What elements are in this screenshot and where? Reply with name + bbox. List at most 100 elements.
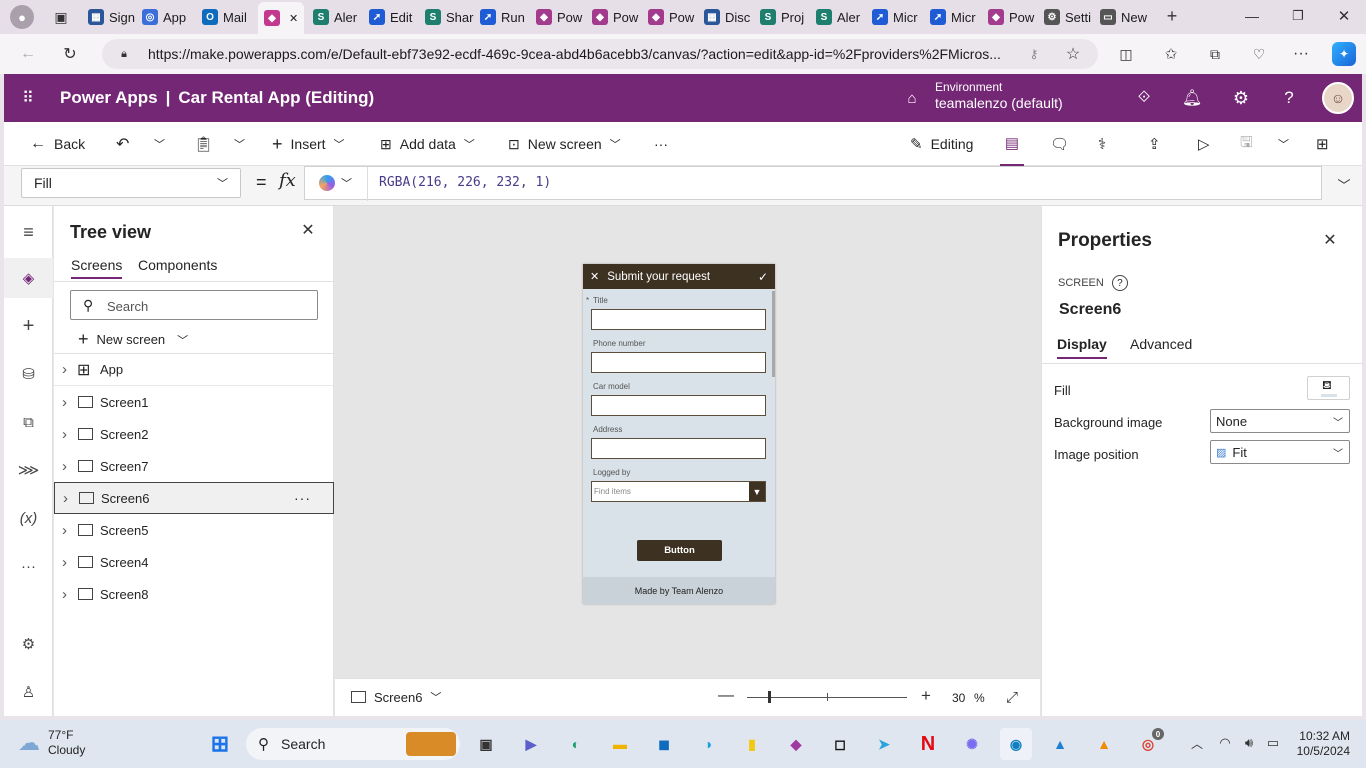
background-image-dropdown[interactable]: None ﹀ [1210,409,1350,433]
weather-widget[interactable]: ☁ 77°F Cloudy [18,728,85,758]
app-checker-button[interactable]: ⚕ [1098,122,1106,166]
browser-tab[interactable]: ◆ Pow [988,5,1040,29]
tree-item-screen[interactable]: › Screen5 [54,514,334,546]
share-button[interactable]: ⇪ [1148,122,1161,166]
close-icon[interactable]: ✕ [1320,230,1340,250]
design-canvas[interactable]: ✕ Submit your request ✓ * Title Phone nu… [335,206,1040,678]
more-options-icon[interactable]: ··· [294,490,311,506]
copilot-icon[interactable]: ✦ [1332,42,1356,66]
power-automate-icon[interactable]: ⋙ [4,450,53,490]
save-button[interactable]: 🖫︎ [1240,122,1253,166]
info-icon[interactable]: ? [1111,275,1128,291]
tab-actions-icon[interactable]: ▣ [52,8,70,26]
paste-button[interactable]: 📋︎ [194,122,213,166]
environment-name[interactable]: teamalenzo (default) [935,95,1063,111]
new-screen-tree-button[interactable]: + New screen ﹀ [78,329,188,350]
browser-tab[interactable]: ▦ Disc [704,5,756,29]
netflix-icon[interactable]: N [912,728,944,760]
key-icon[interactable]: ⚷ [1026,46,1042,62]
store-icon[interactable]: ◼ [648,728,680,760]
tab-display[interactable]: Display [1057,336,1107,359]
tree-view-toggle[interactable]: ▤ [1000,122,1024,166]
preview-button[interactable]: ▷ [1198,122,1210,166]
favorites-icon[interactable]: ✩ [1161,44,1181,64]
settings-icon[interactable]: ⚙ [1231,88,1251,108]
more-commands-button[interactable]: ··· [654,122,668,166]
tab-components[interactable]: Components [138,257,217,273]
show-hidden-icons[interactable]: ︿ [1188,734,1206,752]
app-screen-preview[interactable]: ✕ Submit your request ✓ * Title Phone nu… [583,264,775,604]
browser-tab[interactable]: ⚙ Setti [1044,5,1096,29]
control-name[interactable]: Screen6 [1059,301,1121,319]
tab-screens[interactable]: Screens [71,257,123,279]
settings-rail-icon[interactable]: ⚙ [4,624,53,664]
browser-tab[interactable]: ◆ Pow [536,5,588,29]
notifications-icon[interactable]: 🔔︎ [1182,88,1202,108]
address-input[interactable] [591,438,766,459]
browser-tab[interactable]: ◎ App [142,5,194,29]
undo-button[interactable]: ↶ [116,122,129,166]
undo-dropdown[interactable]: ﹀ [154,122,165,166]
tree-item-screen[interactable]: › Screen7 [54,450,334,482]
tree-item-screen[interactable]: › Screen8 [54,578,334,610]
split-screen-icon[interactable]: ◫ [1116,44,1136,64]
browser-tab[interactable]: O Mail [202,5,254,29]
variables-icon[interactable]: (x) [4,498,53,538]
virtual-agent-icon[interactable]: ♙ [4,672,53,712]
browser-tab[interactable]: S Proj [760,5,812,29]
close-tab-icon[interactable]: ✕ [289,12,298,25]
tree-item-screen[interactable]: › Screen6 ··· [54,482,334,514]
app-launcher-icon[interactable]: ⠿ [18,88,38,108]
logged-by-combobox[interactable]: Find items ▼ [591,481,766,502]
menu-icon[interactable]: ··· [1291,44,1311,64]
image-position-dropdown[interactable]: ▨ Fit ﹀ [1210,440,1350,464]
taskbar-search[interactable]: ⚲ Search [246,728,460,760]
restore-icon[interactable]: ❐ [1288,6,1308,26]
tree-item-app[interactable]: › ⊞ App [54,354,334,386]
expand-formula-icon[interactable]: ﹀ [1334,174,1354,194]
clipchamp-icon[interactable]: ◆ [780,728,812,760]
comments-button[interactable]: 🗨︎ [1050,122,1069,166]
chevron-right-icon[interactable]: › [62,522,67,539]
back-nav-icon[interactable]: ← [18,44,38,64]
extensions-icon[interactable]: ♡ [1249,44,1269,64]
copilot-formula-button[interactable]: ﹀ [319,175,352,191]
lock-icon[interactable]: 🔒︎ [116,46,132,62]
close-icon[interactable]: ✕ [590,270,599,283]
submit-button[interactable]: Button [637,540,722,561]
browser-tab[interactable]: ▦ Sign [88,5,140,29]
edge-dev-icon[interactable]: ◐ [560,728,592,760]
browser-tab[interactable]: ◆ ✕ [258,2,304,34]
back-button[interactable]: ← Back [30,122,85,166]
browser-tab[interactable]: ➚ Edit [369,5,421,29]
battery-icon[interactable]: ▭ [1264,734,1282,752]
chevron-right-icon[interactable]: › [62,361,67,378]
collections-icon[interactable]: ⧉ [1205,44,1225,64]
media-icon[interactable]: ⧉ [4,402,53,442]
browser-tab[interactable]: S Aler [313,5,365,29]
task-view-icon[interactable]: ▣ [470,728,502,760]
tree-item-screen[interactable]: › Screen2 [54,418,334,450]
data-icon[interactable]: ⛁ [4,354,53,394]
chevron-right-icon[interactable]: › [62,554,67,571]
zoom-slider[interactable] [747,691,907,703]
browser-tab[interactable]: ➚ Run [480,5,532,29]
phone-input[interactable] [591,352,766,373]
browser-tab[interactable]: ▭ New [1100,5,1152,29]
copilot-app-icon[interactable]: ✺ [956,728,988,760]
photos-icon[interactable]: ▲ [1044,728,1076,760]
paste-dropdown[interactable]: ﹀ [234,122,245,166]
refresh-icon[interactable]: ↻ [60,44,80,64]
formula-input[interactable]: ﹀ RGBA(216, 226, 232, 1) [304,166,1322,201]
zoom-out-icon[interactable]: — [717,687,735,705]
title-input[interactable] [591,309,766,330]
new-tab-icon[interactable]: + [1162,6,1182,26]
vlc-icon[interactable]: ▲ [1088,728,1120,760]
volume-icon[interactable]: 🔊︎ [1240,734,1258,752]
property-dropdown[interactable]: Fill ﹀ [21,168,241,198]
car-model-input[interactable] [591,395,766,416]
chevron-right-icon[interactable]: › [62,426,67,443]
minimize-icon[interactable]: — [1242,6,1262,26]
new-screen-button[interactable]: ⊡ New screen ﹀ [508,122,621,166]
fit-to-window-icon[interactable]: ⤢ [1003,688,1021,706]
